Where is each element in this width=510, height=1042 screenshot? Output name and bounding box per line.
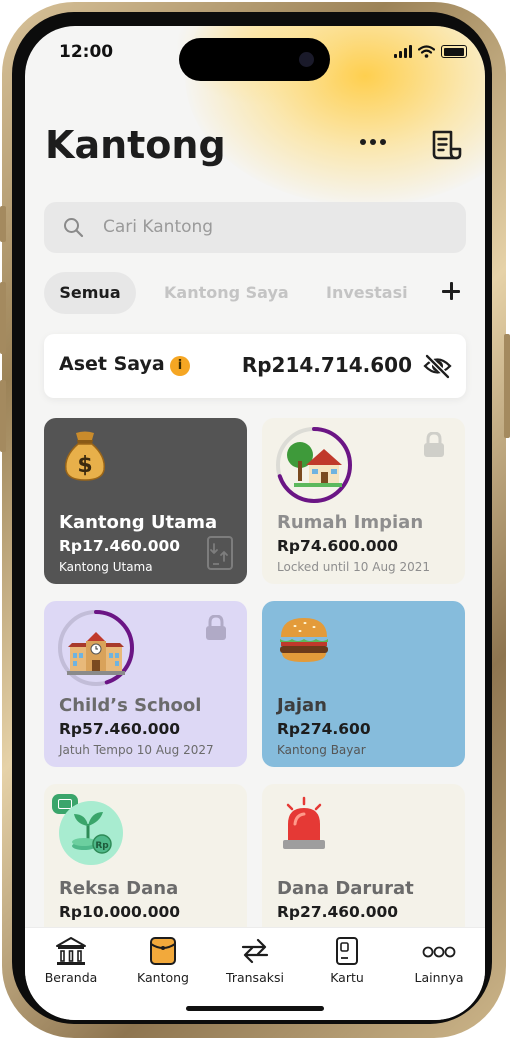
pocket-subtitle: Jatuh Tempo 10 Aug 2027 <box>59 743 214 757</box>
side-button-action <box>0 206 6 242</box>
eye-off-icon[interactable] <box>423 353 452 379</box>
transfer-card-icon <box>207 536 233 570</box>
pocket-subtitle: Kantong Bayar <box>277 743 366 757</box>
side-button-volume-up <box>0 282 6 354</box>
search-icon <box>64 218 84 238</box>
card-icon <box>336 937 358 965</box>
lock-icon <box>206 615 226 640</box>
pocket-card-jajan[interactable]: Jajan Rp274.600 Kantong Bayar <box>262 601 465 767</box>
tab-investasi[interactable]: Investasi <box>326 272 408 314</box>
pocket-icon <box>150 937 176 965</box>
pocket-amount: Rp27.460.000 <box>277 903 399 921</box>
bank-icon <box>56 937 86 965</box>
tab-bar: Semua Kantong Saya Investasi <box>44 272 466 314</box>
more-horizontal-icon[interactable] <box>360 139 386 145</box>
dynamic-island <box>179 38 330 81</box>
receipt-icon[interactable] <box>429 129 463 165</box>
pocket-amount: Rp10.000.000 <box>59 903 181 921</box>
nav-lainnya[interactable]: Lainnya <box>399 936 479 985</box>
school-icon <box>67 632 125 675</box>
pocket-card-childs-school[interactable]: Child’s School Rp57.460.000 Jatuh Tempo … <box>44 601 247 767</box>
pocket-name: Child’s School <box>59 695 202 716</box>
more-icon <box>422 946 456 958</box>
nav-label: Lainnya <box>414 970 464 985</box>
svg-text:$: $ <box>77 453 92 478</box>
nav-kartu[interactable]: Kartu <box>307 936 387 985</box>
pocket-amount: Rp274.600 <box>277 720 371 738</box>
home-indicator <box>186 1006 324 1011</box>
pocket-card-kantong-utama[interactable]: $ Kantong Utama Rp17.460.000 Kantong Uta… <box>44 418 247 584</box>
wifi-icon <box>418 45 435 58</box>
info-icon[interactable]: i <box>170 356 190 376</box>
investment-plant-icon: Rp <box>59 801 123 865</box>
house-icon <box>287 442 342 487</box>
tab-semua[interactable]: Semua <box>44 272 136 314</box>
status-time: 12:00 <box>59 42 114 62</box>
pocket-amount: Rp57.460.000 <box>59 720 181 738</box>
asset-value: Rp214.714.600 <box>241 353 412 377</box>
pocket-name: Kantong Utama <box>59 512 218 533</box>
money-bag-icon: $ <box>65 431 105 481</box>
nav-beranda[interactable]: Beranda <box>31 936 111 985</box>
add-pocket-button[interactable] <box>441 281 461 301</box>
pocket-name: Jajan <box>277 695 327 716</box>
pocket-subtitle: Kantong Utama <box>59 560 153 574</box>
nav-transaksi[interactable]: Transaksi <box>215 936 295 985</box>
transfer-icon <box>241 938 269 964</box>
search-placeholder: Cari Kantong <box>103 217 214 237</box>
pocket-name: Dana Darurat <box>277 878 414 899</box>
page-title: Kantong <box>45 123 226 167</box>
nav-kantong[interactable]: Kantong <box>123 936 203 985</box>
search-input[interactable]: Cari Kantong <box>44 202 466 253</box>
signal-icon <box>394 45 412 58</box>
pocket-subtitle: Locked until 10 Aug 2021 <box>277 560 431 574</box>
side-button-power <box>504 334 510 438</box>
battery-icon <box>441 45 467 58</box>
siren-icon <box>283 796 325 849</box>
asset-label: Aset Saya <box>59 353 165 375</box>
nav-label: Kartu <box>330 970 364 985</box>
pocket-amount: Rp74.600.000 <box>277 537 399 555</box>
svg-text:Rp: Rp <box>95 841 109 851</box>
app-screen: 12:00 Kantong Cari Kantong Semua Kantong… <box>25 26 485 1020</box>
tab-kantong-saya[interactable]: Kantong Saya <box>164 272 289 314</box>
pocket-name: Reksa Dana <box>59 878 179 899</box>
status-icons <box>394 45 467 58</box>
pocket-card-rumah-impian[interactable]: Rumah Impian Rp74.600.000 Locked until 1… <box>262 418 465 584</box>
nav-label: Transaksi <box>226 970 284 985</box>
nav-label: Kantong <box>137 970 189 985</box>
pocket-name: Rumah Impian <box>277 512 424 533</box>
burger-icon <box>280 618 328 662</box>
pocket-amount: Rp17.460.000 <box>59 537 181 555</box>
asset-summary: Aset Saya i Rp214.714.600 <box>44 334 466 398</box>
nav-label: Beranda <box>44 970 98 985</box>
lock-icon <box>424 432 444 457</box>
camera-icon <box>299 52 314 67</box>
side-button-volume-down <box>0 380 6 452</box>
